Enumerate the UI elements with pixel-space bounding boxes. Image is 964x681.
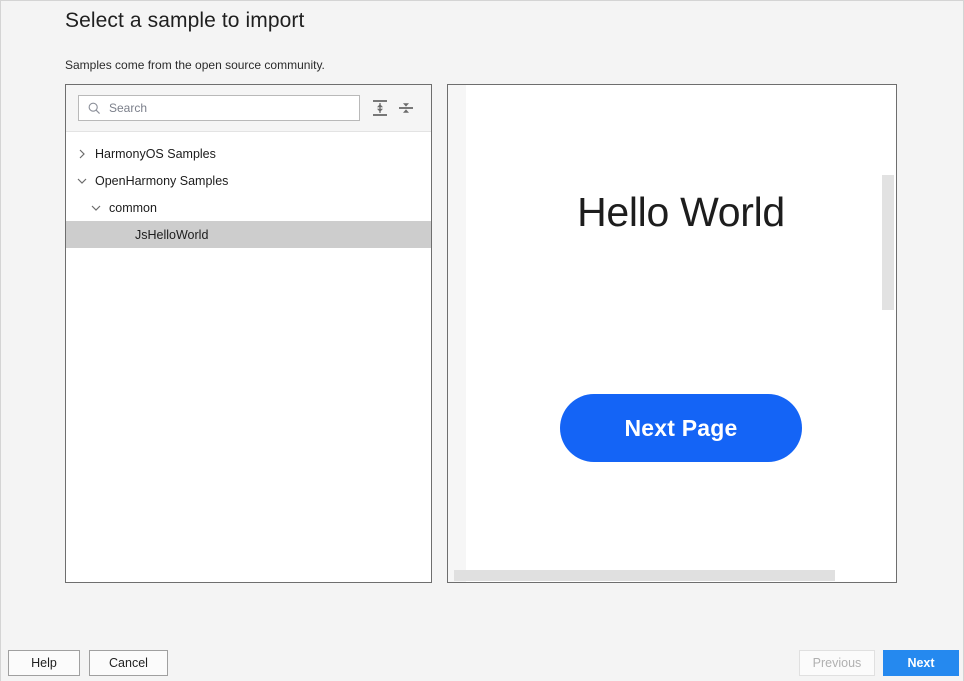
chevron-right-icon[interactable] [76,148,88,160]
tree-item-label: HarmonyOS Samples [95,146,216,161]
tree-item-openharmony-samples[interactable]: OpenHarmony Samples [66,167,431,194]
help-button[interactable]: Help [8,650,80,676]
search-input[interactable] [109,99,339,117]
preview-horizontal-scrollbar-thumb[interactable] [454,570,835,581]
tree-item-label: common [109,200,157,215]
preview-vertical-scrollbar-thumb[interactable] [882,175,894,310]
cancel-button[interactable]: Cancel [89,650,168,676]
chevron-down-icon[interactable] [76,175,88,187]
search-box[interactable] [78,95,360,121]
page-subtitle: Samples come from the open source commun… [65,58,325,72]
tree-item-label: JsHelloWorld [135,227,209,242]
preview-canvas: Hello World Next Page [466,85,896,582]
tree-item-harmonyos-samples[interactable]: HarmonyOS Samples [66,140,431,167]
tree-list: HarmonyOS Samples OpenHarmony Samples co… [66,132,431,582]
preview-heading: Hello World [577,189,785,235]
sample-tree-panel: HarmonyOS Samples OpenHarmony Samples co… [65,84,432,583]
search-icon [88,102,100,114]
tree-toolbar [66,85,431,132]
tree-item-common[interactable]: common [66,194,431,221]
tree-item-label: OpenHarmony Samples [95,173,229,188]
preview-vertical-scrollbar[interactable] [882,85,896,582]
expand-all-icon[interactable] [369,97,391,119]
tree-item-jshelloworld[interactable]: JsHelloWorld [66,221,431,248]
page-title: Select a sample to import [65,9,305,32]
preview-gutter [448,85,466,582]
import-sample-dialog: Select a sample to import Samples come f… [0,0,964,681]
sample-preview-panel: Hello World Next Page [447,84,897,583]
next-button[interactable]: Next [883,650,959,676]
chevron-down-icon[interactable] [90,202,102,214]
next-page-button[interactable]: Next Page [560,394,802,462]
previous-button: Previous [799,650,875,676]
collapse-all-icon[interactable] [395,97,417,119]
